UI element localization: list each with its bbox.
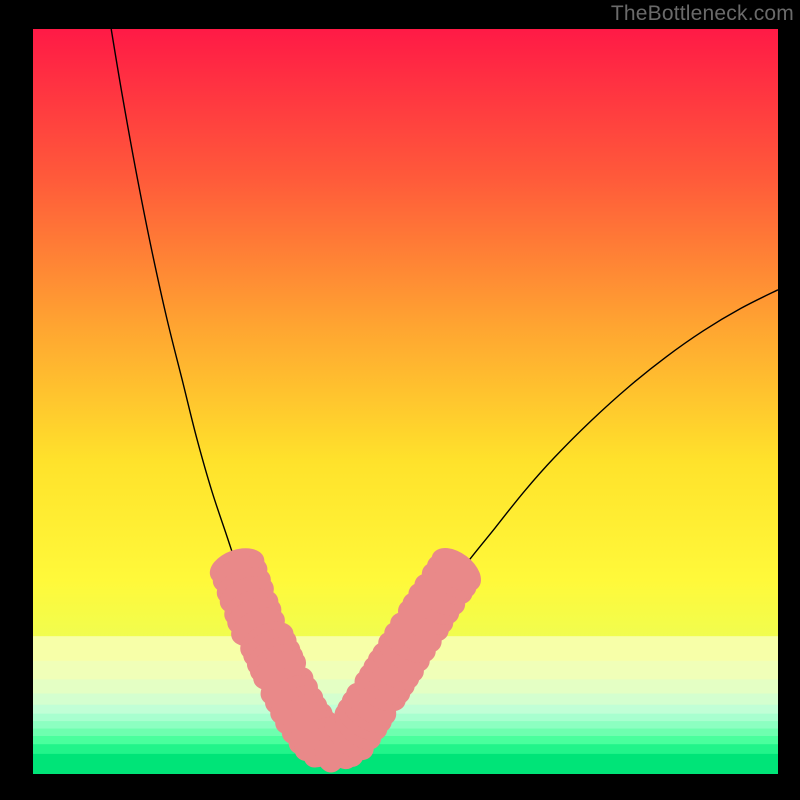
watermark-label: TheBottleneck.com [611, 2, 794, 26]
bottleneck-chart [0, 0, 800, 800]
chart-frame: TheBottleneck.com [0, 0, 800, 800]
